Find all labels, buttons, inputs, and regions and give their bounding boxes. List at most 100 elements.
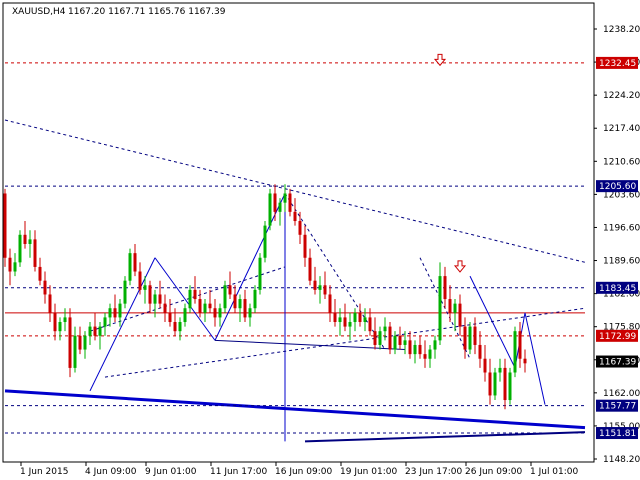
candle-body bbox=[103, 317, 107, 327]
candle-body bbox=[273, 193, 277, 212]
candle-body bbox=[298, 221, 302, 235]
candle-body bbox=[413, 344, 417, 355]
candle-body bbox=[13, 262, 17, 272]
candle-body bbox=[433, 340, 437, 350]
candle-body bbox=[113, 308, 117, 318]
candle-body bbox=[68, 317, 72, 368]
price-tag-label: 1167.39 bbox=[599, 358, 636, 368]
candle-body bbox=[498, 367, 502, 373]
x-tick-label: 9 Jun 01:00 bbox=[145, 467, 197, 477]
candle-body bbox=[513, 331, 517, 373]
symbol-label: XAUUSD,H4 bbox=[12, 7, 66, 17]
candle-body bbox=[428, 349, 432, 359]
candle-body bbox=[108, 308, 112, 318]
candle-body bbox=[23, 234, 27, 244]
candle-body bbox=[353, 312, 357, 323]
x-tick-label: 1 Jun 2015 bbox=[20, 467, 68, 477]
candle-body bbox=[183, 308, 187, 323]
candle-body bbox=[518, 331, 522, 359]
candle-body bbox=[388, 326, 392, 350]
candle-body bbox=[98, 326, 102, 336]
candle-body bbox=[363, 317, 367, 323]
candle-body bbox=[138, 271, 142, 290]
candle-body bbox=[228, 285, 232, 295]
candle-body bbox=[493, 372, 497, 396]
candle-body bbox=[478, 344, 482, 359]
candle-body bbox=[38, 266, 42, 281]
candle-body bbox=[158, 294, 162, 304]
candle-body bbox=[218, 308, 222, 318]
candle-body bbox=[263, 225, 267, 258]
candle-body bbox=[173, 322, 177, 332]
y-tick-label: 1196.60 bbox=[603, 223, 640, 233]
candle-body bbox=[453, 303, 457, 313]
candle-body bbox=[328, 294, 332, 313]
candle-body bbox=[368, 317, 372, 332]
candle-body bbox=[508, 372, 512, 401]
candle-body bbox=[18, 234, 22, 263]
candle-body bbox=[398, 335, 402, 345]
candle-body bbox=[358, 312, 362, 323]
candle-body bbox=[523, 358, 527, 364]
y-tick-label: 1217.40 bbox=[603, 124, 640, 134]
candle-body bbox=[123, 280, 127, 304]
candle-body bbox=[178, 322, 182, 332]
price-tag-label: 1157.77 bbox=[599, 402, 636, 412]
candle-body bbox=[33, 239, 37, 267]
candle-body bbox=[143, 285, 147, 290]
candle-body bbox=[73, 335, 77, 368]
candle-body bbox=[118, 303, 122, 318]
candle-body bbox=[208, 303, 212, 309]
candle-body bbox=[213, 308, 217, 318]
candle-body bbox=[253, 289, 257, 309]
candle-body bbox=[193, 289, 197, 300]
candle-body bbox=[28, 239, 32, 244]
candle-body bbox=[393, 335, 397, 350]
candle-body bbox=[63, 317, 67, 323]
candle-body bbox=[448, 299, 452, 313]
y-tick-label: 1189.60 bbox=[603, 257, 640, 267]
candle-body bbox=[133, 253, 137, 272]
price-tag-label: 1183.45 bbox=[599, 284, 636, 294]
x-tick-label: 19 Jun 01:00 bbox=[340, 467, 397, 477]
y-tick-label: 1224.20 bbox=[603, 91, 640, 101]
x-tick-label: 16 Jun 09:00 bbox=[275, 467, 332, 477]
candle-body bbox=[373, 331, 377, 345]
x-tick-label: 23 Jun 17:00 bbox=[405, 467, 462, 477]
candle-body bbox=[163, 303, 167, 313]
candle-body bbox=[488, 372, 492, 396]
price-chart[interactable]: 1238.201231.001224.201217.401210.601203.… bbox=[0, 0, 640, 480]
candle-body bbox=[168, 312, 172, 323]
candle-body bbox=[148, 285, 152, 304]
candle-body bbox=[443, 276, 447, 300]
candle-body bbox=[78, 335, 82, 350]
candle-body bbox=[223, 285, 227, 309]
candle-body bbox=[468, 326, 472, 350]
candle-body bbox=[313, 280, 317, 290]
candle-body bbox=[438, 276, 442, 341]
candle-body bbox=[418, 344, 422, 355]
chart-container: 1238.201231.001224.201217.401210.601203.… bbox=[0, 0, 640, 480]
candle-body bbox=[83, 335, 87, 350]
candle-body bbox=[423, 354, 427, 359]
candle-body bbox=[128, 253, 132, 281]
candle-body bbox=[43, 280, 47, 295]
y-tick-label: 1210.60 bbox=[603, 157, 640, 167]
candle-body bbox=[8, 257, 12, 272]
y-tick-label: 1162.00 bbox=[603, 389, 640, 399]
candle-body bbox=[153, 294, 157, 304]
x-tick-label: 4 Jun 09:00 bbox=[85, 467, 137, 477]
candle-body bbox=[403, 340, 407, 345]
candle-body bbox=[463, 326, 467, 350]
candle-body bbox=[458, 303, 462, 327]
candle-body bbox=[198, 299, 202, 313]
candle-body bbox=[503, 367, 507, 401]
candle-body bbox=[378, 331, 382, 345]
candle-body bbox=[238, 299, 242, 309]
candle-body bbox=[483, 358, 487, 373]
candle-body bbox=[278, 202, 282, 212]
candle-body bbox=[308, 257, 312, 281]
candle-body bbox=[383, 326, 387, 332]
candle-body bbox=[88, 326, 92, 336]
candle-body bbox=[293, 211, 297, 222]
